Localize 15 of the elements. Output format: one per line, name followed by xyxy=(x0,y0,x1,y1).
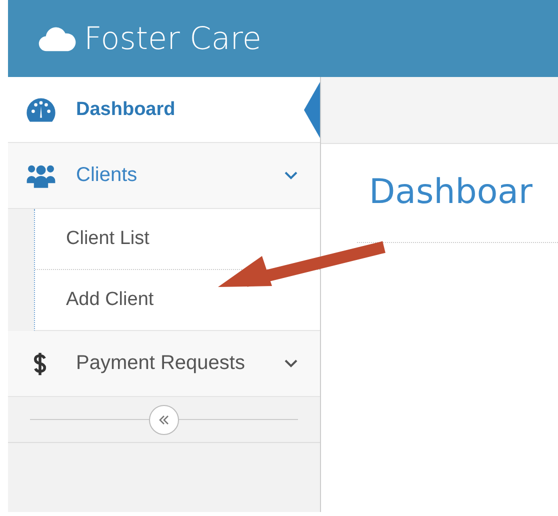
people-icon xyxy=(24,162,58,188)
sidebar-item[interactable]: Dashboard xyxy=(8,77,320,143)
item-label: Dashboard xyxy=(76,98,176,120)
submenu-item[interactable]: Add Client xyxy=(35,270,320,330)
page-heading: Dashboar xyxy=(369,171,534,214)
sidebar-item[interactable]: Clients xyxy=(8,143,320,209)
sidebar-item[interactable]: Payment Requests xyxy=(8,331,320,397)
cloud-icon xyxy=(38,26,76,52)
app-title: Foster Care xyxy=(84,20,262,56)
gauge-icon xyxy=(24,96,58,122)
active-pointer-icon xyxy=(304,82,320,138)
item-label: Payment Requests xyxy=(76,352,246,375)
item-label: Clients xyxy=(76,164,138,187)
double-chevron-left-icon xyxy=(158,414,170,424)
collapse-button[interactable] xyxy=(149,404,179,434)
